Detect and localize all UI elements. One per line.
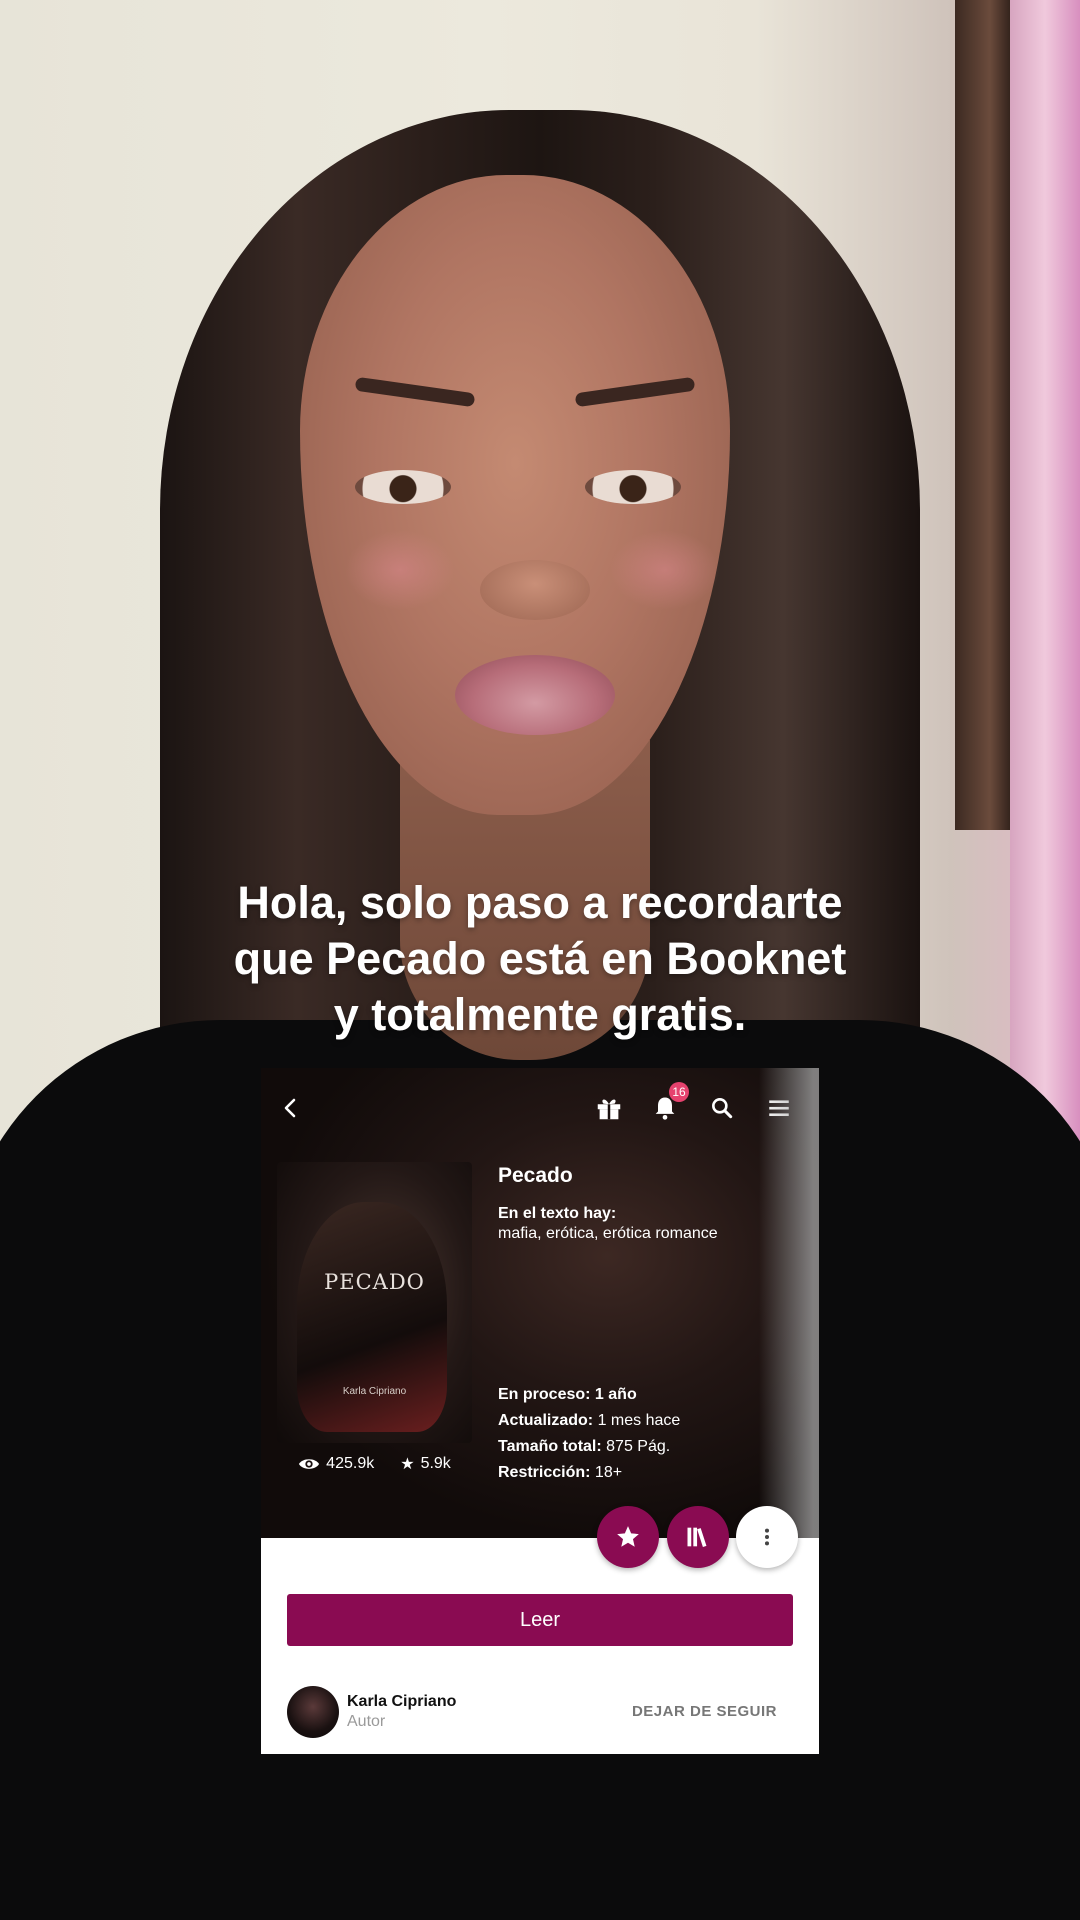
cover-title: PECADO xyxy=(324,1270,425,1294)
restriction-label: Restricción: xyxy=(498,1464,591,1481)
video-caption: Hola, solo paso a recordarte que Pecado … xyxy=(0,875,1080,1043)
book-cover[interactable]: PECADO Karla Cipriano xyxy=(277,1162,472,1443)
book-stats: 425.9k ★ 5.9k xyxy=(277,1454,472,1474)
caption-line-2: que Pecado está en Booknet xyxy=(233,933,847,984)
author-name[interactable]: Karla Cipriano xyxy=(347,1693,456,1711)
author-role: Autor xyxy=(347,1713,386,1730)
door-frame xyxy=(955,0,1013,830)
cheek-right xyxy=(610,530,720,610)
more-vertical-icon xyxy=(764,1528,770,1546)
size-row: Tamaño total: 875 Pág. xyxy=(498,1434,680,1460)
search-button[interactable] xyxy=(704,1090,740,1126)
notifications-button[interactable]: 16 xyxy=(647,1082,689,1126)
search-icon xyxy=(712,1098,733,1119)
star-icon: ★ xyxy=(400,1456,415,1473)
back-icon xyxy=(284,1098,296,1118)
genres-label: En el texto hay: xyxy=(498,1205,617,1222)
caption-line-1: Hola, solo paso a recordarte xyxy=(237,877,843,928)
nose xyxy=(480,560,590,620)
library-button[interactable] xyxy=(667,1506,729,1568)
views-stat: 425.9k xyxy=(298,1454,374,1474)
gift-icon xyxy=(597,1099,621,1120)
eye-icon xyxy=(299,1459,320,1469)
stars-count: 5.9k xyxy=(420,1455,451,1472)
updated-value: 1 mes hace xyxy=(597,1412,681,1429)
back-button[interactable] xyxy=(273,1090,309,1126)
author-info: Karla Cipriano Autor xyxy=(347,1693,456,1731)
menu-icon xyxy=(769,1100,789,1117)
size-label: Tamaño total: xyxy=(498,1438,602,1455)
star-icon xyxy=(617,1526,639,1547)
stars-stat: ★ 5.9k xyxy=(400,1454,451,1474)
genres-list: mafia, erótica, erótica romance xyxy=(498,1225,718,1242)
caption-line-3: y totalmente gratis. xyxy=(333,989,747,1040)
lips xyxy=(455,655,615,735)
cover-author: Karla Cipriano xyxy=(342,1386,407,1397)
more-options-button[interactable] xyxy=(736,1506,798,1568)
read-button[interactable]: Leer xyxy=(287,1594,793,1646)
restriction-row: Restricción: 18+ xyxy=(498,1460,680,1486)
status-value: 1 año xyxy=(594,1386,637,1403)
updated-label: Actualizado: xyxy=(498,1412,594,1429)
eye-right xyxy=(585,470,681,504)
status-row: En proceso: 1 año xyxy=(498,1382,680,1408)
menu-button[interactable] xyxy=(761,1090,797,1126)
cover-illustration xyxy=(297,1202,447,1432)
eye-left xyxy=(355,470,451,504)
booknet-book-card: 16 PECADO Karla Cipriano 425.9k ★ 5.9k P… xyxy=(261,1068,819,1754)
notification-badge: 16 xyxy=(669,1082,689,1102)
updated-row: Actualizado: 1 mes hace xyxy=(498,1408,680,1434)
author-row[interactable]: Karla Cipriano Autor xyxy=(287,1686,456,1738)
status-label: En proceso: xyxy=(498,1386,591,1403)
library-icon xyxy=(687,1527,707,1547)
top-bar: 16 xyxy=(261,1068,819,1148)
book-title: Pecado xyxy=(498,1164,573,1187)
views-count: 425.9k xyxy=(326,1455,375,1472)
book-header: 16 PECADO Karla Cipriano 425.9k ★ 5.9k P… xyxy=(261,1068,819,1538)
favorite-button[interactable] xyxy=(597,1506,659,1568)
book-meta: En proceso: 1 año Actualizado: 1 mes hac… xyxy=(498,1382,680,1486)
size-value: 875 Pág. xyxy=(606,1438,671,1455)
author-avatar[interactable] xyxy=(287,1686,339,1738)
gift-button[interactable] xyxy=(591,1090,627,1126)
unfollow-button[interactable]: DEJAR DE SEGUIR xyxy=(626,1702,783,1721)
restriction-value: 18+ xyxy=(594,1464,623,1481)
cheek-left xyxy=(345,530,455,610)
